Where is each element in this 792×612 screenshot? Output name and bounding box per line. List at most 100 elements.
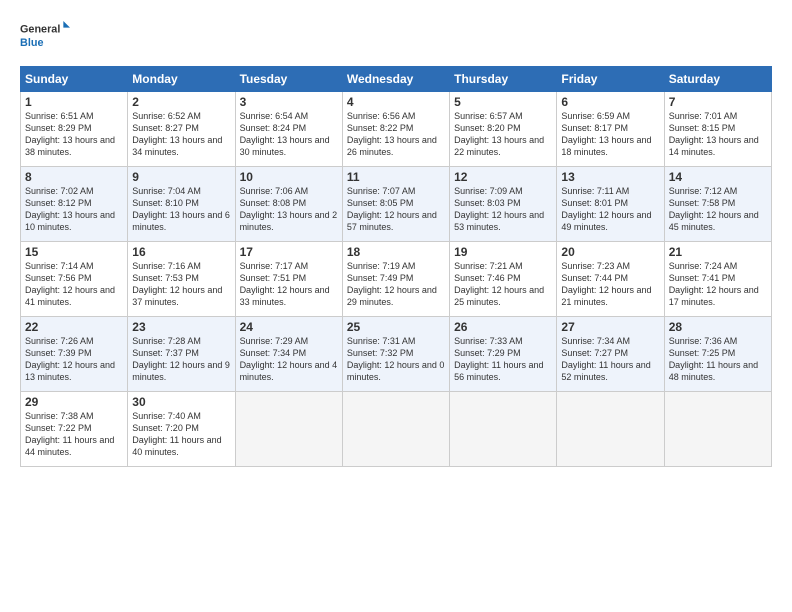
- day-detail: Sunrise: 6:52 AM Sunset: 8:27 PM Dayligh…: [132, 110, 230, 159]
- svg-text:General: General: [20, 24, 60, 36]
- day-detail: Sunrise: 7:12 AM Sunset: 7:58 PM Dayligh…: [669, 185, 767, 234]
- day-detail: Sunrise: 6:57 AM Sunset: 8:20 PM Dayligh…: [454, 110, 552, 159]
- week-row-4: 22 Sunrise: 7:26 AM Sunset: 7:39 PM Dayl…: [21, 317, 772, 392]
- day-number: 18: [347, 245, 445, 259]
- calendar-cell: 7 Sunrise: 7:01 AM Sunset: 8:15 PM Dayli…: [664, 92, 771, 167]
- week-row-5: 29 Sunrise: 7:38 AM Sunset: 7:22 PM Dayl…: [21, 392, 772, 467]
- day-number: 15: [25, 245, 123, 259]
- day-number: 5: [454, 95, 552, 109]
- calendar-cell: 21 Sunrise: 7:24 AM Sunset: 7:41 PM Dayl…: [664, 242, 771, 317]
- calendar-cell: 26 Sunrise: 7:33 AM Sunset: 7:29 PM Dayl…: [450, 317, 557, 392]
- calendar-cell: 5 Sunrise: 6:57 AM Sunset: 8:20 PM Dayli…: [450, 92, 557, 167]
- calendar-cell: 27 Sunrise: 7:34 AM Sunset: 7:27 PM Dayl…: [557, 317, 664, 392]
- day-number: 26: [454, 320, 552, 334]
- day-detail: Sunrise: 7:23 AM Sunset: 7:44 PM Dayligh…: [561, 260, 659, 309]
- calendar-cell: [235, 392, 342, 467]
- day-number: 27: [561, 320, 659, 334]
- week-row-3: 15 Sunrise: 7:14 AM Sunset: 7:56 PM Dayl…: [21, 242, 772, 317]
- day-number: 3: [240, 95, 338, 109]
- calendar-cell: 1 Sunrise: 6:51 AM Sunset: 8:29 PM Dayli…: [21, 92, 128, 167]
- day-number: 19: [454, 245, 552, 259]
- calendar-cell: 17 Sunrise: 7:17 AM Sunset: 7:51 PM Dayl…: [235, 242, 342, 317]
- day-number: 16: [132, 245, 230, 259]
- calendar-cell: [557, 392, 664, 467]
- day-number: 24: [240, 320, 338, 334]
- day-number: 22: [25, 320, 123, 334]
- day-detail: Sunrise: 7:14 AM Sunset: 7:56 PM Dayligh…: [25, 260, 123, 309]
- day-detail: Sunrise: 7:28 AM Sunset: 7:37 PM Dayligh…: [132, 335, 230, 384]
- calendar-cell: 24 Sunrise: 7:29 AM Sunset: 7:34 PM Dayl…: [235, 317, 342, 392]
- calendar-cell: 30 Sunrise: 7:40 AM Sunset: 7:20 PM Dayl…: [128, 392, 235, 467]
- calendar-cell: 25 Sunrise: 7:31 AM Sunset: 7:32 PM Dayl…: [342, 317, 449, 392]
- calendar-cell: 10 Sunrise: 7:06 AM Sunset: 8:08 PM Dayl…: [235, 167, 342, 242]
- calendar-cell: 13 Sunrise: 7:11 AM Sunset: 8:01 PM Dayl…: [557, 167, 664, 242]
- day-detail: Sunrise: 7:36 AM Sunset: 7:25 PM Dayligh…: [669, 335, 767, 384]
- day-number: 2: [132, 95, 230, 109]
- week-row-2: 8 Sunrise: 7:02 AM Sunset: 8:12 PM Dayli…: [21, 167, 772, 242]
- header-row: SundayMondayTuesdayWednesdayThursdayFrid…: [21, 67, 772, 92]
- calendar-cell: [450, 392, 557, 467]
- day-number: 6: [561, 95, 659, 109]
- calendar-cell: 20 Sunrise: 7:23 AM Sunset: 7:44 PM Dayl…: [557, 242, 664, 317]
- day-number: 10: [240, 170, 338, 184]
- day-number: 11: [347, 170, 445, 184]
- col-header-monday: Monday: [128, 67, 235, 92]
- day-number: 29: [25, 395, 123, 409]
- header: General Blue: [20, 16, 772, 56]
- day-detail: Sunrise: 7:21 AM Sunset: 7:46 PM Dayligh…: [454, 260, 552, 309]
- calendar-cell: 8 Sunrise: 7:02 AM Sunset: 8:12 PM Dayli…: [21, 167, 128, 242]
- day-number: 28: [669, 320, 767, 334]
- calendar-cell: 22 Sunrise: 7:26 AM Sunset: 7:39 PM Dayl…: [21, 317, 128, 392]
- day-number: 21: [669, 245, 767, 259]
- day-number: 20: [561, 245, 659, 259]
- day-detail: Sunrise: 6:54 AM Sunset: 8:24 PM Dayligh…: [240, 110, 338, 159]
- calendar-cell: 11 Sunrise: 7:07 AM Sunset: 8:05 PM Dayl…: [342, 167, 449, 242]
- day-number: 1: [25, 95, 123, 109]
- calendar-cell: 14 Sunrise: 7:12 AM Sunset: 7:58 PM Dayl…: [664, 167, 771, 242]
- day-detail: Sunrise: 7:11 AM Sunset: 8:01 PM Dayligh…: [561, 185, 659, 234]
- day-detail: Sunrise: 7:07 AM Sunset: 8:05 PM Dayligh…: [347, 185, 445, 234]
- day-detail: Sunrise: 7:17 AM Sunset: 7:51 PM Dayligh…: [240, 260, 338, 309]
- calendar-cell: [342, 392, 449, 467]
- day-detail: Sunrise: 7:24 AM Sunset: 7:41 PM Dayligh…: [669, 260, 767, 309]
- day-detail: Sunrise: 6:51 AM Sunset: 8:29 PM Dayligh…: [25, 110, 123, 159]
- day-detail: Sunrise: 7:31 AM Sunset: 7:32 PM Dayligh…: [347, 335, 445, 384]
- day-number: 23: [132, 320, 230, 334]
- svg-text:Blue: Blue: [20, 37, 43, 49]
- calendar-cell: 28 Sunrise: 7:36 AM Sunset: 7:25 PM Dayl…: [664, 317, 771, 392]
- calendar-cell: 2 Sunrise: 6:52 AM Sunset: 8:27 PM Dayli…: [128, 92, 235, 167]
- logo-svg: General Blue: [20, 16, 70, 56]
- day-number: 25: [347, 320, 445, 334]
- calendar-cell: [664, 392, 771, 467]
- day-number: 12: [454, 170, 552, 184]
- logo: General Blue: [20, 16, 70, 56]
- day-detail: Sunrise: 6:59 AM Sunset: 8:17 PM Dayligh…: [561, 110, 659, 159]
- calendar-cell: 19 Sunrise: 7:21 AM Sunset: 7:46 PM Dayl…: [450, 242, 557, 317]
- day-number: 30: [132, 395, 230, 409]
- page: General Blue SundayMondayTuesdayWednesda…: [0, 0, 792, 477]
- col-header-friday: Friday: [557, 67, 664, 92]
- day-number: 14: [669, 170, 767, 184]
- day-detail: Sunrise: 7:01 AM Sunset: 8:15 PM Dayligh…: [669, 110, 767, 159]
- calendar-cell: 9 Sunrise: 7:04 AM Sunset: 8:10 PM Dayli…: [128, 167, 235, 242]
- day-number: 8: [25, 170, 123, 184]
- calendar-cell: 12 Sunrise: 7:09 AM Sunset: 8:03 PM Dayl…: [450, 167, 557, 242]
- col-header-saturday: Saturday: [664, 67, 771, 92]
- col-header-tuesday: Tuesday: [235, 67, 342, 92]
- calendar-cell: 6 Sunrise: 6:59 AM Sunset: 8:17 PM Dayli…: [557, 92, 664, 167]
- day-detail: Sunrise: 7:16 AM Sunset: 7:53 PM Dayligh…: [132, 260, 230, 309]
- day-number: 17: [240, 245, 338, 259]
- calendar-cell: 18 Sunrise: 7:19 AM Sunset: 7:49 PM Dayl…: [342, 242, 449, 317]
- day-detail: Sunrise: 7:34 AM Sunset: 7:27 PM Dayligh…: [561, 335, 659, 384]
- day-detail: Sunrise: 7:02 AM Sunset: 8:12 PM Dayligh…: [25, 185, 123, 234]
- day-detail: Sunrise: 7:19 AM Sunset: 7:49 PM Dayligh…: [347, 260, 445, 309]
- calendar-cell: 15 Sunrise: 7:14 AM Sunset: 7:56 PM Dayl…: [21, 242, 128, 317]
- day-number: 13: [561, 170, 659, 184]
- day-detail: Sunrise: 6:56 AM Sunset: 8:22 PM Dayligh…: [347, 110, 445, 159]
- calendar-cell: 4 Sunrise: 6:56 AM Sunset: 8:22 PM Dayli…: [342, 92, 449, 167]
- day-detail: Sunrise: 7:29 AM Sunset: 7:34 PM Dayligh…: [240, 335, 338, 384]
- col-header-thursday: Thursday: [450, 67, 557, 92]
- day-detail: Sunrise: 7:06 AM Sunset: 8:08 PM Dayligh…: [240, 185, 338, 234]
- day-detail: Sunrise: 7:38 AM Sunset: 7:22 PM Dayligh…: [25, 410, 123, 459]
- day-number: 4: [347, 95, 445, 109]
